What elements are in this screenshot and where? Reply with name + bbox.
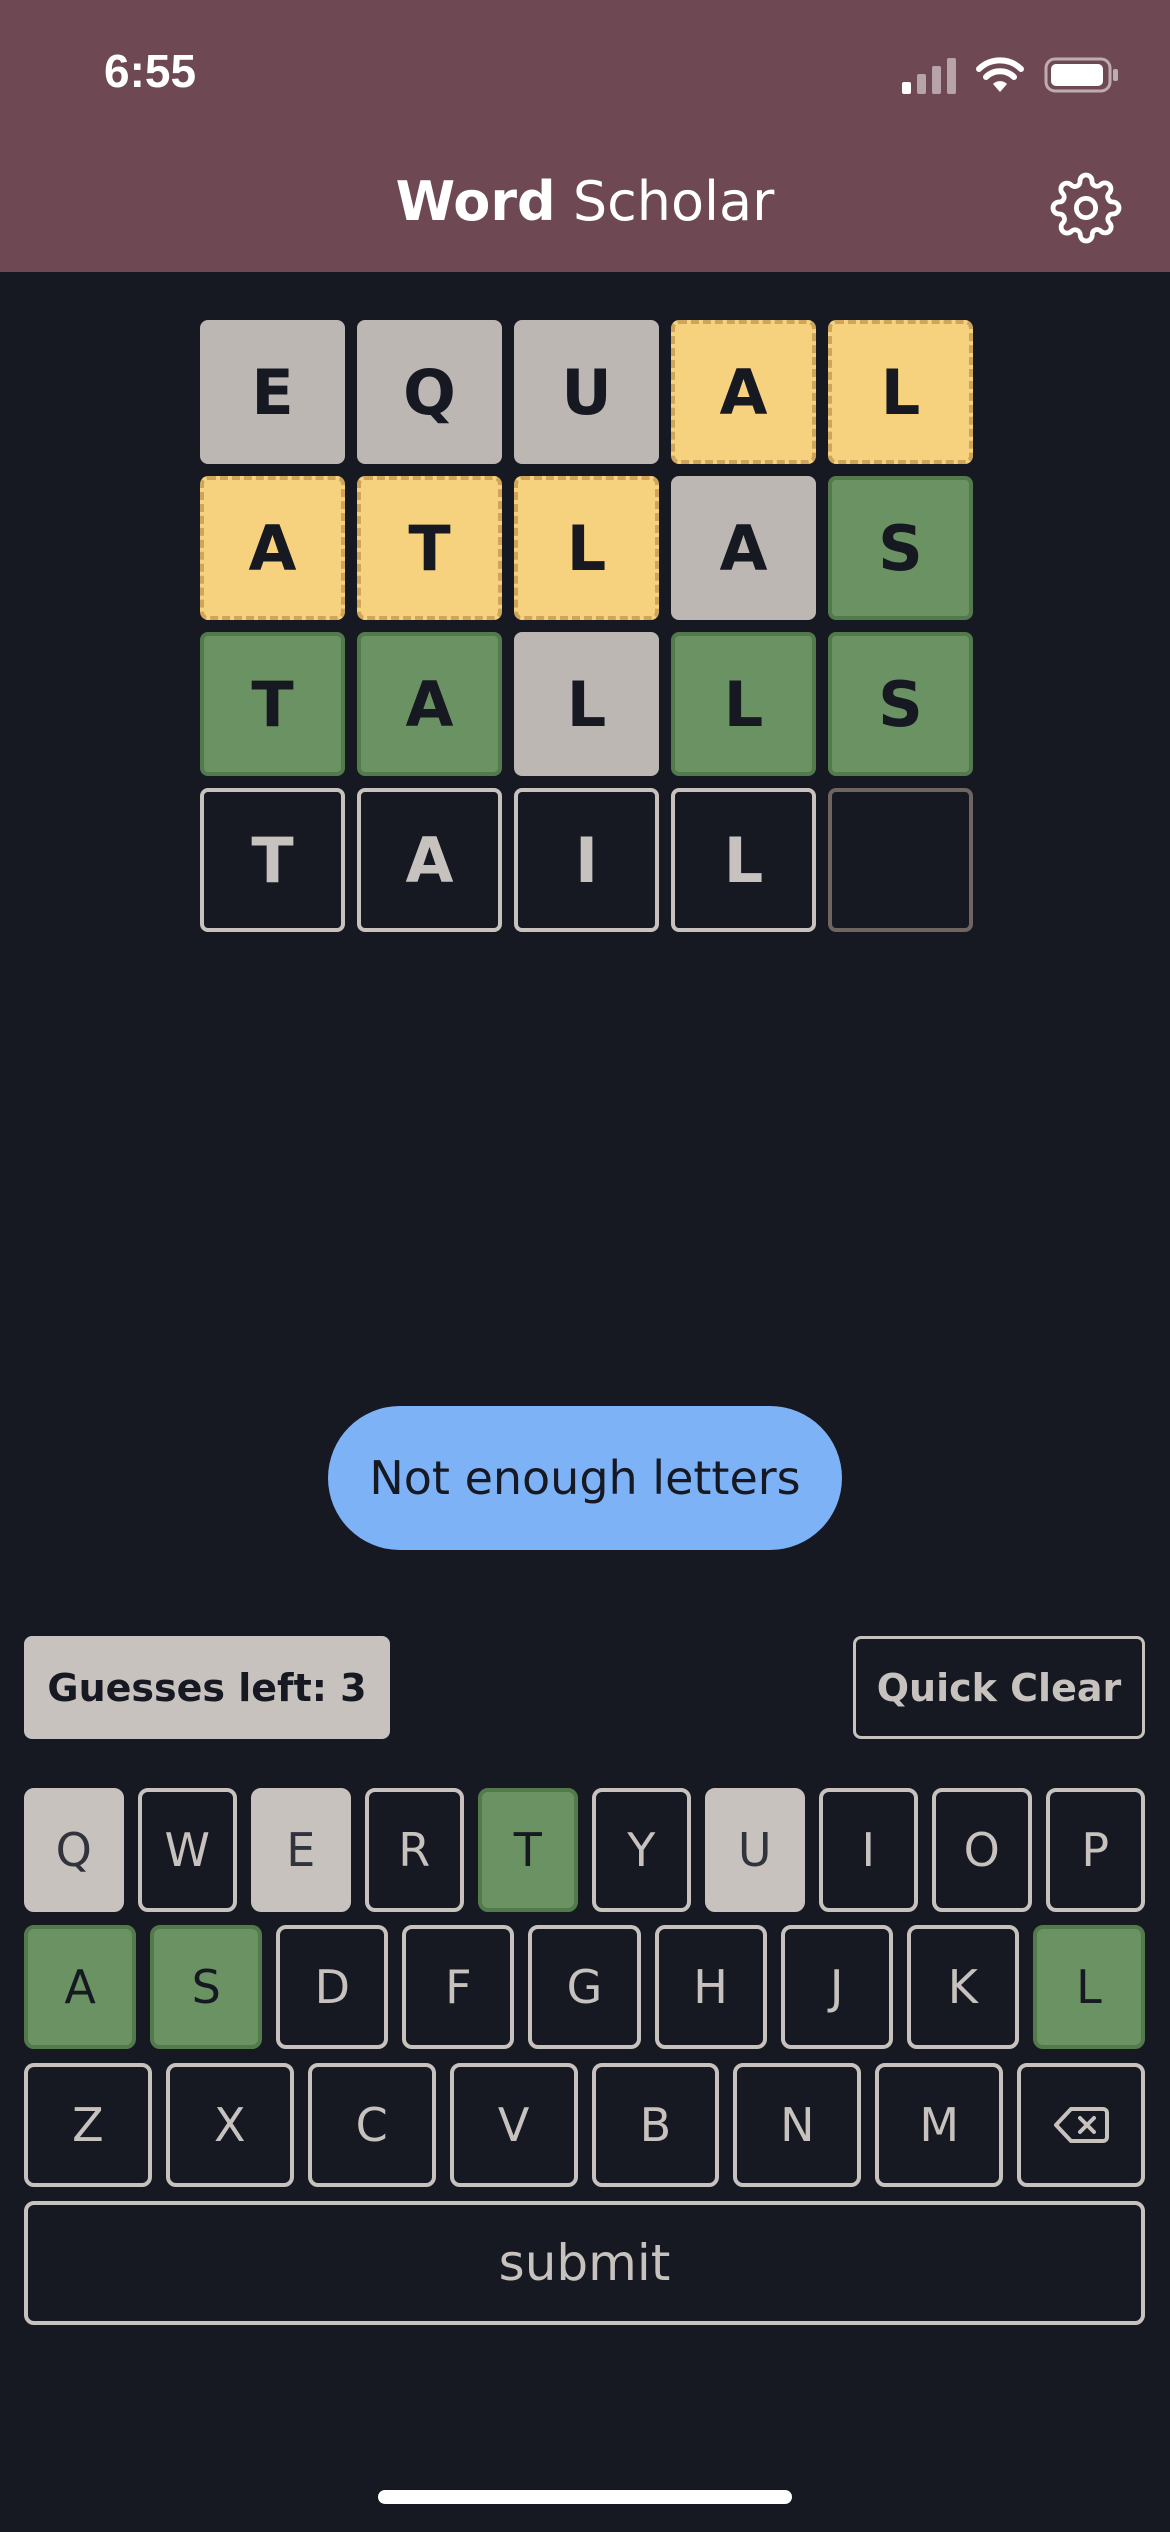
- backspace-key[interactable]: [1017, 2063, 1145, 2187]
- cellular-signal-icon: [902, 56, 956, 94]
- guesses-left-badge: Guesses left: 3: [24, 1636, 390, 1739]
- key-k[interactable]: K: [906, 1925, 1019, 2049]
- home-indicator: [378, 2490, 792, 2504]
- board-tile: L: [828, 320, 973, 464]
- key-c[interactable]: C: [307, 2063, 436, 2187]
- board-tile: [828, 788, 973, 932]
- app-title-bold: Word: [395, 170, 556, 233]
- board-tile: A: [357, 632, 502, 776]
- key-v[interactable]: V: [449, 2063, 578, 2187]
- key-g[interactable]: G: [528, 1925, 641, 2049]
- battery-icon: [1044, 57, 1118, 93]
- key-b[interactable]: B: [591, 2063, 720, 2187]
- wifi-icon: [976, 57, 1024, 92]
- board-tile: L: [671, 788, 816, 932]
- board-row: EQUAL: [200, 320, 973, 464]
- board-tile: L: [671, 632, 816, 776]
- board-tile: I: [514, 788, 659, 932]
- toast-message: Not enough letters: [328, 1406, 842, 1550]
- key-t[interactable]: T: [478, 1788, 578, 1912]
- key-f[interactable]: F: [402, 1925, 515, 2049]
- game-board: EQUALATLASTALLSTAIL: [200, 320, 973, 944]
- app-title-light: Scholar: [572, 170, 775, 233]
- key-z[interactable]: Z: [24, 2063, 152, 2187]
- board-row: TALLS: [200, 632, 973, 776]
- board-tile: S: [828, 632, 973, 776]
- key-a[interactable]: A: [24, 1925, 137, 2049]
- board-row: ATLAS: [200, 476, 973, 620]
- backspace-icon: [1054, 2107, 1110, 2143]
- key-j[interactable]: J: [780, 1925, 893, 2049]
- board-tile: E: [200, 320, 345, 464]
- board-tile: L: [514, 476, 659, 620]
- status-icons: [902, 50, 1120, 100]
- keyboard-row-1: QWERTYUIOP: [24, 1788, 1145, 1912]
- board-tile: A: [671, 320, 816, 464]
- key-r[interactable]: R: [364, 1788, 464, 1912]
- settings-button[interactable]: [1046, 168, 1126, 248]
- key-s[interactable]: S: [150, 1925, 263, 2049]
- board-tile: A: [200, 476, 345, 620]
- key-n[interactable]: N: [733, 2063, 862, 2187]
- key-u[interactable]: U: [705, 1788, 805, 1912]
- submit-button[interactable]: submit: [24, 2201, 1145, 2325]
- key-x[interactable]: X: [165, 2063, 294, 2187]
- board-tile: A: [357, 788, 502, 932]
- keyboard-row-2: ASDFGHJKL: [24, 1925, 1145, 2049]
- board-tile: T: [200, 632, 345, 776]
- board-tile: S: [828, 476, 973, 620]
- key-w[interactable]: W: [137, 1788, 237, 1912]
- key-e[interactable]: E: [251, 1788, 351, 1912]
- key-o[interactable]: O: [932, 1788, 1032, 1912]
- board-tile: T: [357, 476, 502, 620]
- key-d[interactable]: D: [276, 1925, 389, 2049]
- quick-clear-button[interactable]: Quick Clear: [853, 1636, 1145, 1739]
- board-tile: L: [514, 632, 659, 776]
- keyboard-row-3: ZXCVBNM: [24, 2063, 1145, 2187]
- key-l[interactable]: L: [1032, 1925, 1145, 2049]
- app-title: Word Scholar: [0, 170, 1170, 233]
- key-i[interactable]: I: [818, 1788, 918, 1912]
- board-tile: A: [671, 476, 816, 620]
- key-q[interactable]: Q: [24, 1788, 124, 1912]
- key-p[interactable]: P: [1045, 1788, 1145, 1912]
- board-tile: Q: [357, 320, 502, 464]
- gear-icon: [1050, 172, 1122, 244]
- app-header: 6:55 Word Scholar: [0, 0, 1170, 272]
- key-y[interactable]: Y: [591, 1788, 691, 1912]
- status-time: 6:55: [104, 45, 197, 97]
- board-tile: T: [200, 788, 345, 932]
- board-tile: U: [514, 320, 659, 464]
- key-m[interactable]: M: [875, 2063, 1004, 2187]
- board-row: TAIL: [200, 788, 973, 932]
- key-h[interactable]: H: [654, 1925, 767, 2049]
